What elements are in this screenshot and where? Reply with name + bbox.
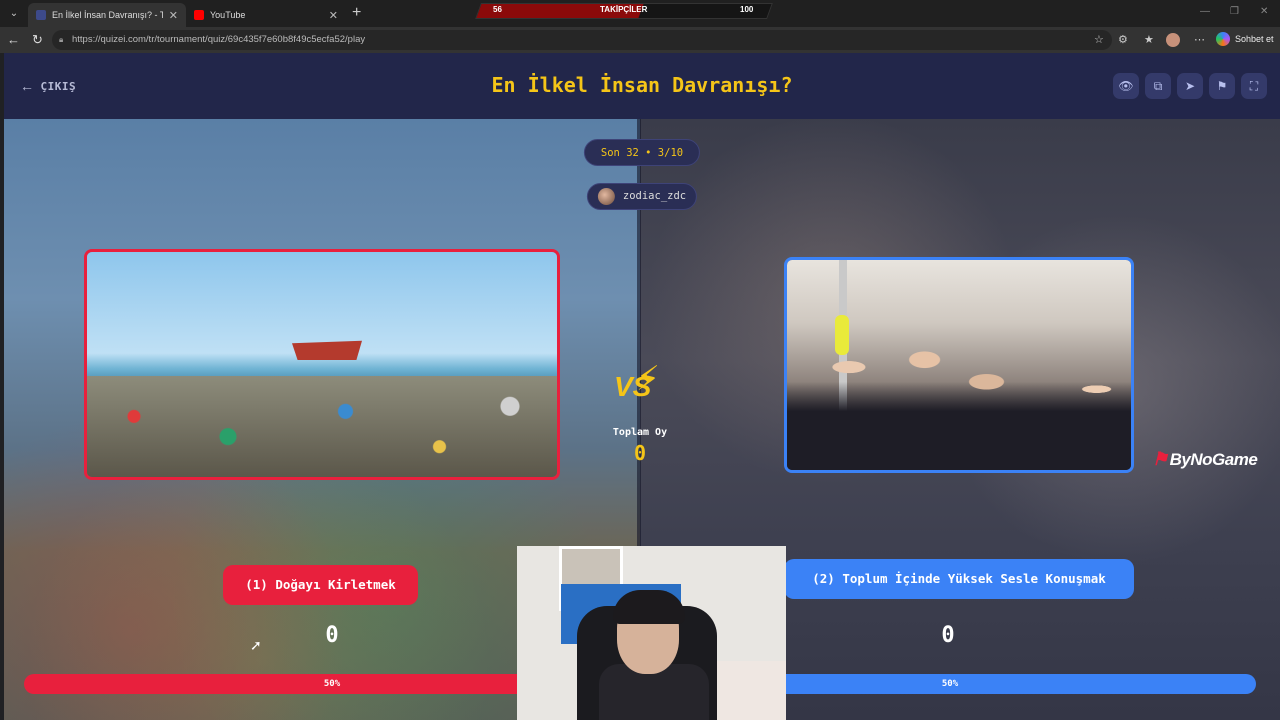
favorite-star-icon[interactable]: ☆ — [1094, 33, 1104, 46]
tab-quiz[interactable]: En İlkel İnsan Davranışı? - Tier List ✕ — [28, 3, 186, 27]
streamer-hair-shape — [613, 590, 685, 624]
reload-icon[interactable]: ↻ — [32, 32, 43, 48]
total-votes-label: Toplam Oy — [612, 427, 668, 438]
fullscreen-icon[interactable]: ⛶ — [1241, 73, 1267, 99]
minimize-icon[interactable]: — — [1200, 6, 1210, 17]
youtube-favicon-icon — [194, 10, 204, 20]
send-icon[interactable]: ➤ — [1177, 73, 1203, 99]
round-indicator: Son 32 • 3/10 — [583, 139, 701, 166]
follower-goal: 100 — [740, 5, 754, 14]
back-icon[interactable]: ← — [7, 32, 20, 48]
close-window-icon[interactable]: ✕ — [1260, 6, 1268, 17]
follower-count: 56 — [493, 5, 502, 14]
flag-icon[interactable]: ⚑ — [1209, 73, 1235, 99]
plastic-waste-shape — [87, 375, 557, 477]
copilot-icon — [1216, 32, 1230, 46]
username: zodiac_zdc — [622, 190, 687, 202]
copilot-label: Sohbet et — [1235, 34, 1274, 44]
player-badge: zodiac_zdc — [586, 183, 698, 210]
eye-icon[interactable]: 👁︎ — [1113, 73, 1139, 99]
quizei-favicon-icon — [36, 10, 46, 20]
browser-tab-bar: ⌄ En İlkel İnsan Davranışı? - Tier List … — [0, 0, 1280, 27]
bynogame-logo: ⚑ ByNoGame — [1152, 449, 1258, 470]
tab-menu-icon[interactable]: ⌄ — [6, 6, 22, 22]
restore-icon[interactable]: ❐ — [1230, 6, 1239, 17]
streamer-webcam — [517, 546, 786, 720]
site-info-icon[interactable]: 🔒︎ — [59, 30, 63, 50]
vs-lightning-icon: VS ⚡︎ — [614, 360, 660, 402]
brand-name: ByNoGame — [1169, 449, 1258, 469]
share-icon[interactable]: ⧉ — [1145, 73, 1171, 99]
avatar — [597, 188, 615, 205]
url-text: https://quizei.com/tr/tournament/quiz/69… — [72, 34, 366, 45]
polluted-beach-image — [87, 252, 557, 477]
tab-label: En İlkel İnsan Davranışı? - Tier List — [52, 10, 163, 20]
option-right-button[interactable]: (2) Toplum İçinde Yüksek Sesle Konuşmak — [784, 559, 1134, 599]
left-vote-count: 0 — [325, 623, 339, 648]
passengers-shape — [787, 323, 1131, 470]
quiz-header: ← ÇIKIŞ En İlkel İnsan Davranışı? 👁︎ ⧉ ➤… — [4, 53, 1280, 119]
bynogame-mark-icon: ⚑ — [1152, 449, 1168, 469]
option-left-button[interactable]: (1) Doğayı Kirletmek — [223, 565, 418, 605]
crowded-bus-image — [787, 260, 1131, 470]
follower-label: TAKİPÇİLER — [600, 5, 648, 14]
new-tab-button[interactable]: + — [352, 4, 361, 22]
shipwreck-shape — [292, 340, 362, 360]
page-title: En İlkel İnsan Davranışı? — [491, 73, 793, 97]
close-tab-icon[interactable]: ✕ — [329, 9, 338, 22]
browser-toolbar: ← ↻ 🔒︎ https://quizei.com/tr/tournament/… — [0, 27, 1280, 53]
profile-avatar[interactable] — [1166, 33, 1180, 47]
address-bar[interactable]: 🔒︎ https://quizei.com/tr/tournament/quiz… — [52, 30, 1112, 50]
tab-youtube[interactable]: YouTube ✕ — [186, 3, 346, 27]
more-menu-icon[interactable]: ⋯ — [1194, 33, 1205, 46]
option-right-image[interactable] — [784, 257, 1134, 473]
tab-label: YouTube — [210, 10, 246, 20]
option-left-image[interactable] — [84, 249, 560, 480]
quiz-page: ← ÇIKIŞ En İlkel İnsan Davranışı? 👁︎ ⧉ ➤… — [4, 53, 1280, 720]
right-vote-count: 0 — [941, 623, 955, 648]
extensions-icon[interactable]: ⚙ — [1118, 33, 1128, 46]
copilot-button[interactable]: Sohbet et — [1216, 32, 1274, 46]
favorites-icon[interactable]: ★ — [1144, 33, 1154, 46]
close-tab-icon[interactable]: ✕ — [169, 9, 178, 22]
bed-shape — [707, 661, 786, 720]
mouse-cursor-icon: ➚ — [250, 637, 262, 653]
total-votes-value: 0 — [633, 441, 647, 465]
